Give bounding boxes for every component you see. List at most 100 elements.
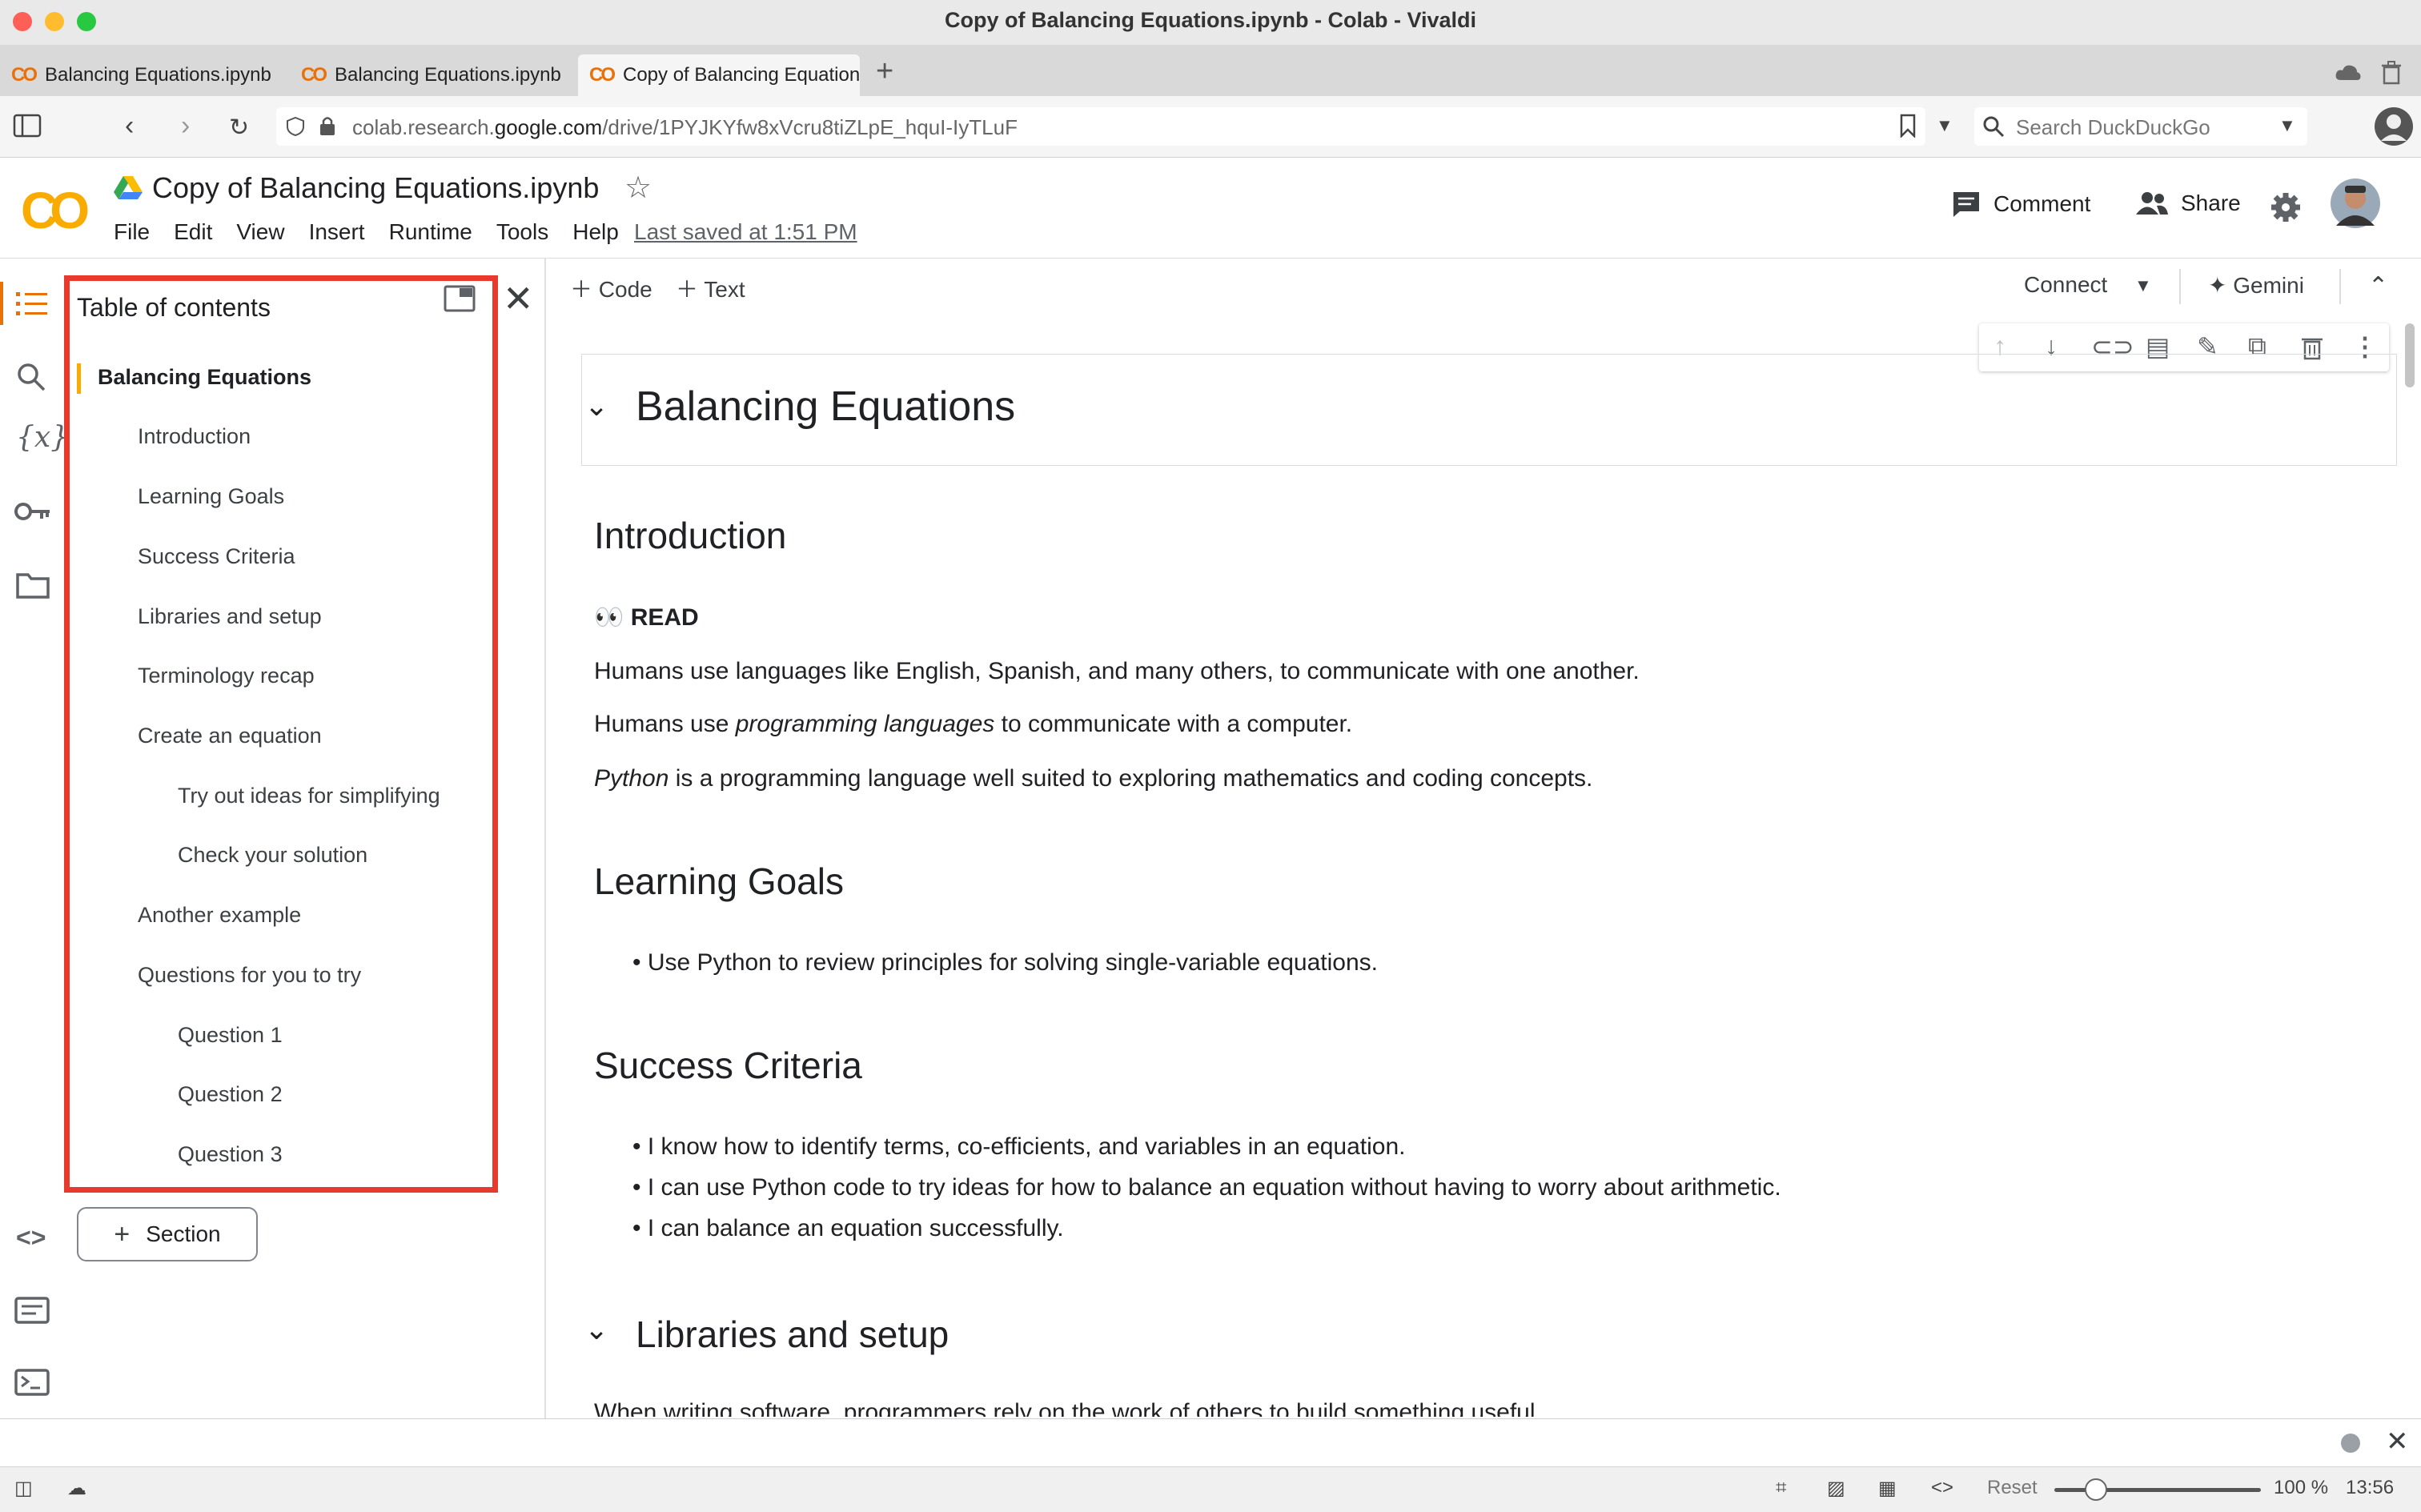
profile-avatar-icon[interactable] [2373,106,2415,147]
colab-logo[interactable]: CO [21,181,90,240]
tab-label: Copy of Balancing Equation [623,64,860,86]
people-icon [2136,192,2168,215]
intro-p2-text: Humans use [594,711,736,737]
reload-icon[interactable]: ↻ [229,114,249,142]
comment-button[interactable]: Comment [1952,191,2090,218]
browser-tab-active[interactable]: CO Copy of Balancing Equation [578,54,860,96]
collapse-header-icon[interactable]: ⌃ [2368,272,2388,300]
url-path: /drive/1PYJKYfw8xVcru8tiZLpE_hquI-IyTLuF [602,115,1018,139]
menu-edit[interactable]: Edit [174,219,212,245]
toc-item-check-your-solution[interactable]: Check your solution [178,843,367,868]
criteria-item-text: I know how to identify terms, co-efficie… [647,1133,1406,1160]
gear-icon[interactable] [2270,192,2301,223]
zoom-slider-knob[interactable] [2084,1478,2107,1501]
user-avatar[interactable] [2330,178,2381,229]
shield-icon[interactable] [287,117,304,136]
toc-item-learning-goals[interactable]: Learning Goals [138,484,284,509]
toc-item-questions-for-you[interactable]: Questions for you to try [138,963,361,988]
menu-runtime[interactable]: Runtime [389,219,472,245]
window-titlebar: Copy of Balancing Equations.ipynb - Cola… [0,0,2421,45]
notebook-title[interactable]: Copy of Balancing Equations.ipynb [152,171,599,205]
cloud-sync-icon[interactable] [2335,64,2362,82]
criteria-item: • I can balance an equation successfully… [632,1215,1064,1241]
toc-item-terminology-recap[interactable]: Terminology recap [138,664,315,688]
panel-toggle-icon[interactable] [13,114,42,138]
menu-view[interactable]: View [236,219,284,245]
search-icon[interactable] [16,362,46,392]
screenshot-icon[interactable]: ⌗ [1776,1477,1787,1499]
search-engine-dropdown-icon[interactable]: ▼ [2278,115,2296,136]
toc-item-balancing-equations[interactable]: Balancing Equations [98,365,311,390]
toc-item-introduction[interactable]: Introduction [138,424,251,449]
toc-item-question-3[interactable]: Question 3 [178,1142,283,1167]
new-tab-button[interactable]: + [876,54,893,89]
browser-status-bar: ◫ ☁ ⌗ ▨ ▦ <> Reset 100 % 13:56 [0,1466,2421,1512]
toc-item-libraries-and-setup[interactable]: Libraries and setup [138,604,322,629]
trash-icon[interactable] [2381,61,2402,85]
browser-tab[interactable]: CO Balancing Equations.ipynb [0,54,285,96]
forward-icon[interactable]: › [181,110,190,142]
menu-insert[interactable]: Insert [309,219,365,245]
intro-paragraph-2: Humans use programming languages to comm… [594,711,1352,738]
gemini-button[interactable]: ✦ Gemini [2208,272,2304,299]
connect-button[interactable]: Connect [2024,272,2107,298]
collapse-section-chevron-icon[interactable]: ⌄ [584,1313,608,1346]
toc-item-another-example[interactable]: Another example [138,903,301,928]
key-icon[interactable] [14,501,51,522]
chevron-down-icon[interactable]: ▼ [1936,115,1953,136]
goal-item: • Use Python to review principles for so… [632,949,1378,976]
add-code-cell-button[interactable]: ＋ Code [570,272,652,304]
menu-help[interactable]: Help [572,219,619,245]
colab-favicon-icon: CO [589,64,616,86]
last-saved-link[interactable]: Last saved at 1:51 PM [634,219,857,245]
close-panel-icon[interactable]: ✕ [503,277,534,320]
address-toolbar: ‹ › ↻ colab.research.google.com/drive/1P… [0,96,2421,158]
toc-item-question-2[interactable]: Question 2 [178,1082,283,1107]
success-criteria-heading: Success Criteria [594,1045,862,1086]
star-icon[interactable]: ☆ [624,170,652,206]
close-status-icon[interactable]: ✕ [2386,1426,2409,1458]
add-section-button[interactable]: + Section [77,1207,258,1261]
toc-title: Table of contents [77,293,271,322]
variables-icon[interactable]: {x} [16,421,69,454]
connect-dropdown-icon[interactable]: ▼ [2134,275,2152,296]
menu-tools[interactable]: Tools [496,219,548,245]
panel-toggle-icon[interactable]: ◫ [14,1477,33,1500]
browser-tab[interactable]: CO Balancing Equations.ipynb [290,54,575,96]
menu-file[interactable]: File [114,219,150,245]
back-icon[interactable]: ‹ [125,110,134,142]
terminal-icon[interactable] [14,1369,50,1396]
google-drive-icon[interactable] [114,174,143,200]
image-toggle-icon[interactable]: ▨ [1827,1477,1845,1500]
toc-item-success-criteria[interactable]: Success Criteria [138,544,295,569]
read-line: 👀 READ [594,604,699,632]
share-label: Share [2181,191,2241,215]
zoom-reset-button[interactable]: Reset [1987,1477,2038,1499]
plus-icon: + [114,1218,130,1249]
open-in-tab-icon[interactable] [444,285,476,312]
panel-divider[interactable] [544,258,546,1418]
scrollbar-thumb[interactable] [2405,323,2415,387]
bookmark-icon[interactable] [1899,114,1917,138]
share-button[interactable]: Share [2136,191,2241,216]
toc-item-try-out-ideas[interactable]: Try out ideas for simplifying [178,784,440,808]
page-tiling-icon[interactable]: ▦ [1878,1477,1897,1500]
notebook-toolbar: ＋ Code ＋ Text Connect ▼ ✦ Gemini ⌃ [546,258,2421,315]
collapse-section-chevron-icon[interactable]: ⌄ [584,389,608,423]
add-text-label: Text [704,277,745,302]
search-icon [1983,116,2005,138]
table-of-contents-icon[interactable] [16,290,48,317]
code-snippets-icon[interactable]: <> [16,1223,46,1253]
goal-item-text: Use Python to review principles for solv… [647,949,1378,976]
command-palette-icon[interactable] [14,1297,50,1324]
toc-item-create-an-equation[interactable]: Create an equation [138,724,322,748]
toolbar-divider [2179,269,2181,304]
page-actions-icon[interactable]: <> [1931,1477,1953,1499]
add-text-cell-button[interactable]: ＋ Text [676,272,745,304]
sync-cloud-icon[interactable]: ☁ [67,1477,86,1500]
toc-item-question-1[interactable]: Question 1 [178,1023,283,1048]
criteria-item: • I know how to identify terms, co-effic… [632,1133,1406,1160]
url-text[interactable]: colab.research.google.com/drive/1PYJKYfw… [352,115,1018,140]
folder-icon[interactable] [16,572,50,599]
add-code-label: Code [598,277,652,302]
